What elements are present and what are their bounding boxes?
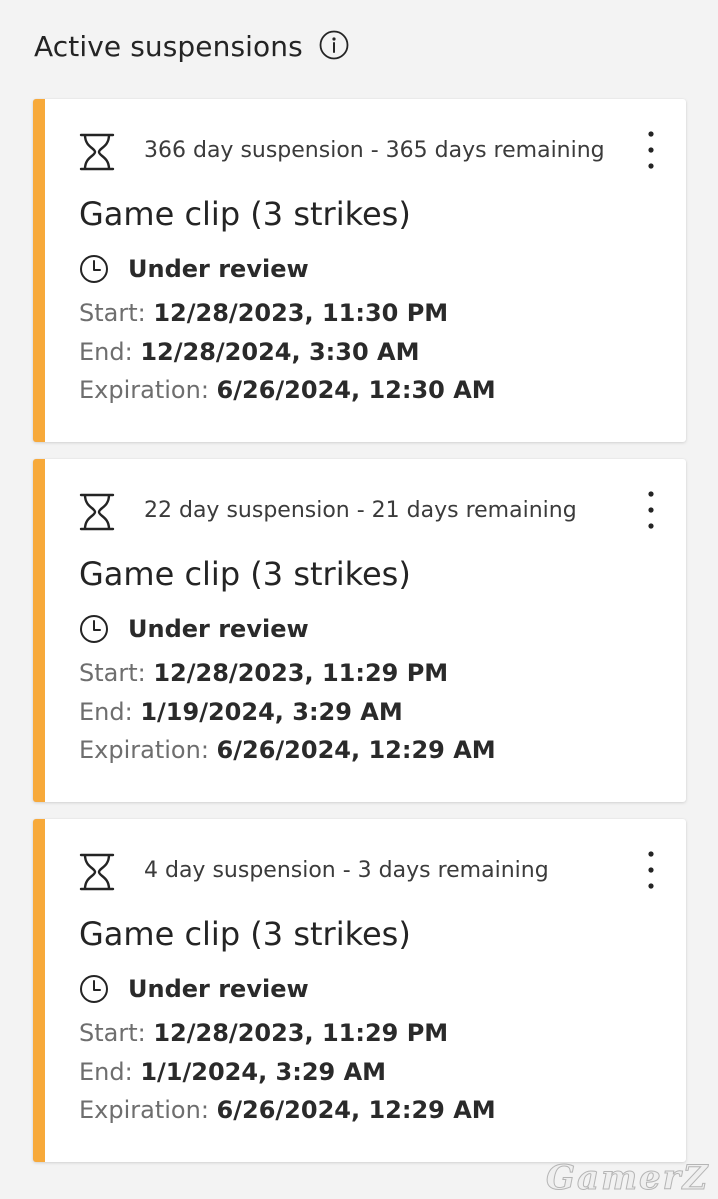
- end-value: 1/19/2024, 3:29 AM: [140, 698, 403, 726]
- suspension-title: Game clip (3 strikes): [79, 915, 411, 953]
- start-row: Start: 12/28/2023, 11:29 PM: [79, 1019, 448, 1047]
- more-options-icon[interactable]: [641, 489, 661, 531]
- start-value: 12/28/2023, 11:29 PM: [153, 659, 449, 687]
- end-value: 1/1/2024, 3:29 AM: [140, 1058, 387, 1086]
- end-label: End:: [79, 338, 133, 366]
- hourglass-icon: [79, 133, 115, 171]
- status-row: Under review: [79, 614, 309, 644]
- expiration-row: Expiration: 6/26/2024, 12:30 AM: [79, 376, 496, 404]
- suspension-title: Game clip (3 strikes): [79, 555, 411, 593]
- hourglass-icon: [79, 493, 115, 531]
- suspension-duration: 366 day suspension - 365 days remaining: [144, 138, 605, 163]
- end-row: End: 1/19/2024, 3:29 AM: [79, 698, 403, 726]
- start-label: Start:: [79, 299, 146, 327]
- suspension-duration: 22 day suspension - 21 days remaining: [144, 498, 577, 523]
- suspension-card: 4 day suspension - 3 days remaining Game…: [33, 819, 686, 1162]
- suspension-card: 22 day suspension - 21 days remaining Ga…: [33, 459, 686, 802]
- suspension-title: Game clip (3 strikes): [79, 195, 411, 233]
- expiration-label: Expiration:: [79, 736, 209, 764]
- end-row: End: 1/1/2024, 3:29 AM: [79, 1058, 386, 1086]
- clock-icon: [80, 615, 108, 643]
- end-label: End:: [79, 1058, 133, 1086]
- expiration-label: Expiration:: [79, 376, 209, 404]
- watermark-logo: GamerZ: [545, 1158, 710, 1199]
- status-text: Under review: [128, 975, 309, 1003]
- status-text: Under review: [128, 615, 309, 643]
- suspension-card: 366 day suspension - 365 days remaining …: [33, 99, 686, 442]
- expiration-value: 6/26/2024, 12:29 AM: [216, 1096, 496, 1124]
- suspension-duration: 4 day suspension - 3 days remaining: [144, 858, 549, 883]
- status-text: Under review: [128, 255, 309, 283]
- expiration-row: Expiration: 6/26/2024, 12:29 AM: [79, 1096, 496, 1124]
- expiration-value: 6/26/2024, 12:29 AM: [216, 736, 496, 764]
- expiration-row: Expiration: 6/26/2024, 12:29 AM: [79, 736, 496, 764]
- more-options-icon[interactable]: [641, 129, 661, 171]
- start-value: 12/28/2023, 11:29 PM: [153, 1019, 449, 1047]
- clock-icon: [80, 975, 108, 1003]
- start-label: Start:: [79, 1019, 146, 1047]
- start-row: Start: 12/28/2023, 11:29 PM: [79, 659, 448, 687]
- end-row: End: 12/28/2024, 3:30 AM: [79, 338, 419, 366]
- hourglass-icon: [79, 853, 115, 891]
- end-label: End:: [79, 698, 133, 726]
- page-title: Active suspensions: [34, 30, 303, 63]
- page-header: Active suspensions: [34, 28, 349, 66]
- more-options-icon[interactable]: [641, 849, 661, 891]
- start-value: 12/28/2023, 11:30 PM: [153, 299, 449, 327]
- start-label: Start:: [79, 659, 146, 687]
- expiration-value: 6/26/2024, 12:30 AM: [216, 376, 496, 404]
- clock-icon: [80, 255, 108, 283]
- status-row: Under review: [79, 254, 309, 284]
- start-row: Start: 12/28/2023, 11:30 PM: [79, 299, 448, 327]
- info-icon[interactable]: [319, 30, 349, 60]
- status-row: Under review: [79, 974, 309, 1004]
- end-value: 12/28/2024, 3:30 AM: [140, 338, 420, 366]
- expiration-label: Expiration:: [79, 1096, 209, 1124]
